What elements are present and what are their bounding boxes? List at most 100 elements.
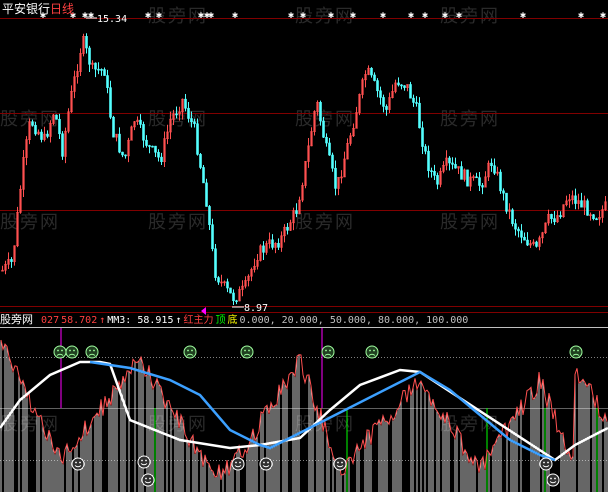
candle-body [502, 190, 505, 194]
candle-body [208, 206, 211, 225]
signal-star-icon: ✱ [145, 10, 151, 21]
frown-face-icon [53, 345, 67, 359]
candle-body [190, 118, 193, 123]
candle-body [526, 239, 529, 246]
candle-body [142, 124, 145, 141]
candle-body [199, 154, 202, 168]
frown-face-icon [365, 345, 379, 359]
signal-star-icon: ✱ [422, 10, 428, 21]
smile-face-icon [546, 473, 560, 487]
signal-star-icon: ✱ [328, 10, 334, 21]
candle-body [424, 146, 427, 152]
candle-body [409, 84, 412, 99]
indicator-status-bar: 股旁网 027 58.702 ↑ MM3: 58.915 ↑ 红主力顶底 0.000, 20… [0, 313, 608, 327]
candle-body [517, 228, 520, 232]
candle-body [154, 145, 157, 153]
candle-body [325, 136, 328, 144]
candle-body [421, 127, 424, 147]
indicator-value-mm3_arrow: ↑ [175, 315, 182, 326]
candle-body [139, 119, 142, 125]
candle-body [295, 210, 298, 214]
indicator-value-v2: 58.702 [61, 315, 98, 326]
signal-star-icon: ✱ [600, 10, 606, 21]
candle-body [184, 98, 187, 109]
candle-body [418, 102, 421, 129]
candle-body [187, 107, 190, 119]
signal-star-icon: ✱ [456, 10, 462, 21]
candle-body [595, 218, 598, 221]
candle-body [151, 145, 154, 148]
candle-body [436, 175, 439, 185]
candle-body [61, 133, 64, 157]
candle-body [400, 84, 403, 87]
candle-body [412, 97, 415, 103]
signal-star-icon: ✱ [88, 10, 94, 21]
candle-body [460, 166, 463, 180]
candle-body [328, 142, 331, 156]
candle-body [10, 259, 13, 262]
candle-body [376, 80, 379, 92]
chart-window[interactable]: 股旁网 股旁网 股旁网 股旁网 股旁网 股旁网 股旁网 股旁网 股旁网 股旁网 … [0, 0, 608, 492]
signal-star-icon: ✱ [208, 10, 214, 21]
candle-body [121, 151, 124, 156]
signal-star-icon: ✱ [288, 10, 294, 21]
candle-body [514, 223, 517, 230]
candle-body [520, 230, 523, 238]
candle-body [505, 192, 508, 212]
signal-star-icon: ✱ [520, 10, 526, 21]
candle-body [433, 170, 436, 176]
candle-body [415, 102, 418, 104]
candlestick-series [1, 33, 607, 305]
candle-body [493, 165, 496, 174]
smile-face-icon [539, 457, 553, 471]
candle-body [175, 113, 178, 116]
candle-body [235, 300, 238, 303]
candle-body [574, 195, 577, 204]
smile-face-icon [141, 473, 155, 487]
candle-body [85, 36, 88, 49]
candle-body [523, 236, 526, 241]
smile-face-icon [231, 457, 245, 471]
candle-body [550, 214, 553, 219]
candle-body [157, 151, 160, 158]
signal-star-icon: ✱ [578, 10, 584, 21]
chart-title: 平安银行日线 [2, 0, 74, 17]
smile-face-icon [71, 457, 85, 471]
candle-body [271, 239, 274, 248]
candle-body [106, 75, 109, 88]
candle-body [202, 167, 205, 184]
candle-body [232, 292, 235, 302]
signal-star-icon: ✱ [442, 10, 448, 21]
candle-body [535, 241, 538, 247]
candle-body [58, 119, 61, 135]
candle-body [103, 69, 106, 76]
candle-body [193, 121, 196, 125]
chart-canvas[interactable]: ✱ ✱ ✱ ✱ ✱ ✱ ✱ ✱✱ ✱ ✱ ✱ ✱ ✱ ✱ ✱ ✱ ✱ ✱ ✱ ✱ ✱ 15.34 8.97 [0, 0, 608, 492]
high-price-label: 15.34 [97, 14, 127, 25]
signal-star-icon: ✱ [300, 10, 306, 21]
candle-body [55, 114, 58, 120]
indicator-value-v1: 027 [41, 315, 60, 326]
candle-body [451, 162, 454, 165]
indicator-value-mm3: MM3: 58.915 [107, 315, 174, 326]
signal-star-icon: ✱ [350, 10, 356, 21]
frown-face-icon [183, 345, 197, 359]
candle-body [217, 277, 220, 283]
candle-body [403, 85, 406, 88]
signal-star-icon: ✱ [156, 10, 162, 21]
candle-body [262, 245, 265, 253]
candle-body [40, 131, 43, 140]
candle-body [454, 164, 457, 169]
candle-body [88, 47, 91, 65]
candle-body [481, 185, 484, 188]
candle-body [379, 90, 382, 98]
candle-body [94, 62, 97, 70]
signal-star-icon: ✱ [380, 10, 386, 21]
indicator-value-levels: 0.000, 20.000, 50.000, 80.000, 100.000 [239, 315, 469, 326]
smile-face-icon [259, 457, 273, 471]
candle-body [160, 156, 163, 162]
signal-star-icon: ✱ [408, 10, 414, 21]
candle-body [559, 215, 562, 218]
candle-body [397, 82, 400, 86]
candle-body [100, 69, 103, 71]
